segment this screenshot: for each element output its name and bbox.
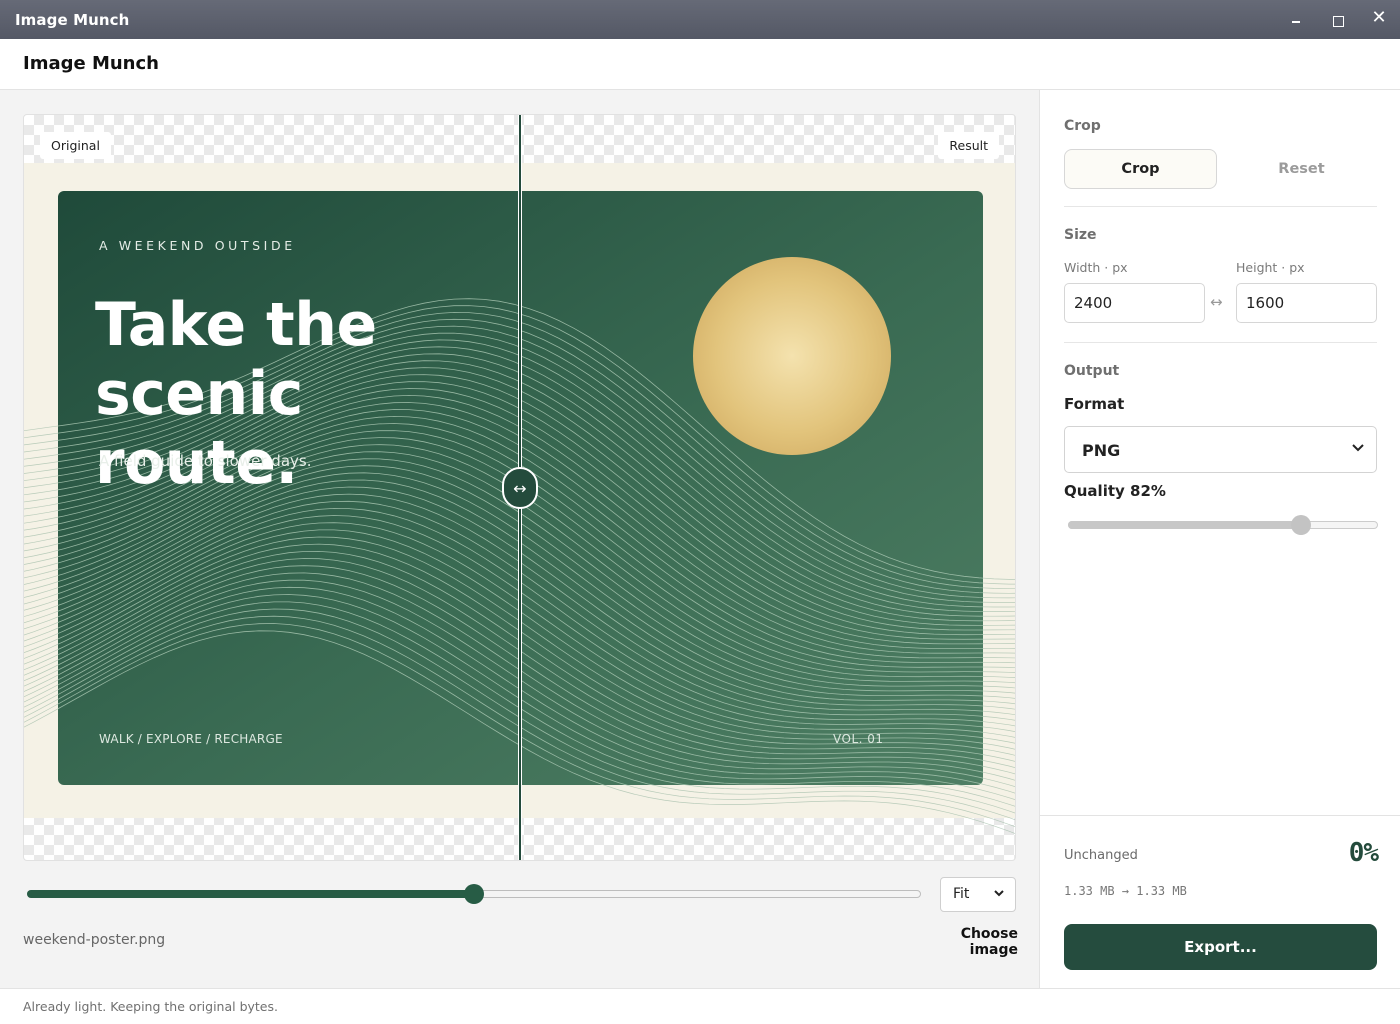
width-input[interactable]: 2400 bbox=[1064, 283, 1205, 323]
poster-subtitle: A field guide to slower days. bbox=[99, 452, 312, 470]
format-select[interactable]: PNG bbox=[1064, 426, 1377, 473]
savings-status: Unchanged bbox=[1064, 848, 1138, 863]
poster-kicker: A WEEKEND OUTSIDE bbox=[99, 238, 296, 253]
compare-handle[interactable]: ↔ bbox=[502, 467, 538, 509]
format-value: PNG bbox=[1082, 441, 1121, 460]
export-button[interactable]: Export... bbox=[1064, 924, 1377, 970]
original-label: Original bbox=[40, 132, 111, 159]
height-label: Height · px bbox=[1236, 260, 1305, 275]
quality-label: Quality 82% bbox=[1064, 482, 1166, 500]
maximize-button[interactable] bbox=[1318, 0, 1358, 39]
drag-arrows-icon: ↔ bbox=[513, 478, 527, 498]
chevron-down-icon bbox=[993, 886, 1005, 904]
zoom-value: Fit bbox=[953, 886, 970, 902]
compare-slider-thumb[interactable] bbox=[464, 884, 484, 904]
reset-button[interactable]: Reset bbox=[1225, 149, 1378, 189]
choose-image-button[interactable]: Choose image bbox=[908, 926, 1018, 958]
file-size-comparison: 1.33 MB → 1.33 MB bbox=[1064, 884, 1187, 898]
divider bbox=[1064, 342, 1377, 343]
maximize-icon bbox=[1332, 16, 1344, 27]
zoom-select[interactable]: Fit bbox=[940, 877, 1016, 912]
window-titlebar: Image Munch ✕ bbox=[0, 0, 1400, 39]
chevron-down-icon bbox=[1351, 440, 1365, 458]
app-header: Image Munch bbox=[0, 39, 1400, 90]
status-message: Already light. Keeping the original byte… bbox=[23, 999, 278, 1014]
divider bbox=[1064, 206, 1377, 207]
crop-section-label: Crop bbox=[1064, 118, 1101, 134]
format-label: Format bbox=[1064, 395, 1125, 413]
compare-slider[interactable] bbox=[27, 884, 921, 904]
file-name: weekend-poster.png bbox=[23, 932, 166, 948]
compare-viewer[interactable]: A WEEKEND OUTSIDE Take the scenic route.… bbox=[23, 114, 1016, 861]
quality-slider[interactable] bbox=[1068, 515, 1378, 535]
minimize-button[interactable] bbox=[1276, 0, 1316, 39]
summary-panel: Unchanged 0% 1.33 MB → 1.33 MB Export... bbox=[1040, 815, 1400, 988]
app-title: Image Munch bbox=[23, 53, 159, 74]
size-section-label: Size bbox=[1064, 227, 1097, 243]
minimize-icon bbox=[1292, 20, 1300, 23]
close-button[interactable]: ✕ bbox=[1359, 0, 1399, 39]
crop-button[interactable]: Crop bbox=[1064, 149, 1217, 189]
height-input[interactable]: 1600 bbox=[1236, 283, 1377, 323]
close-icon: ✕ bbox=[1371, 7, 1387, 28]
result-label: Result bbox=[938, 132, 999, 159]
compare-slider-fill bbox=[27, 890, 474, 898]
status-bar: Already light. Keeping the original byte… bbox=[0, 988, 1400, 1024]
savings-percent: 0% bbox=[1348, 838, 1379, 868]
window-title: Image Munch bbox=[15, 10, 130, 29]
quality-slider-fill bbox=[1068, 521, 1301, 529]
width-label: Width · px bbox=[1064, 260, 1128, 275]
settings-sidebar: Crop Crop Reset Size Width · px Height ·… bbox=[1039, 90, 1400, 988]
aspect-link-icon[interactable]: ↔ bbox=[1210, 293, 1223, 311]
poster-footer-left: WALK / EXPLORE / RECHARGE bbox=[99, 732, 283, 746]
poster-footer-right: VOL. 01 bbox=[833, 732, 884, 746]
output-section-label: Output bbox=[1064, 363, 1120, 379]
quality-slider-thumb[interactable] bbox=[1290, 515, 1311, 535]
